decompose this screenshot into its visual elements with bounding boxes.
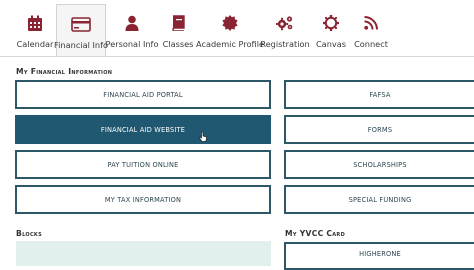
tab-label: Canvas: [315, 39, 347, 49]
nav-divider: [0, 56, 474, 57]
tab-label: Academic Profile: [195, 39, 265, 49]
tab-label: Personal Info: [105, 39, 159, 49]
tab-classes[interactable]: Classes: [160, 0, 196, 56]
scholarships-button[interactable]: SCHOLARSHIPS: [284, 150, 474, 179]
button-label: FINANCIAL AID WEBSITE: [100, 125, 186, 134]
calendar-icon: [24, 14, 46, 32]
tab-academic-profile[interactable]: Academic Profile: [196, 0, 264, 56]
tab-registration[interactable]: Registration: [260, 0, 310, 56]
tab-label: Classes: [162, 39, 194, 49]
financial-aid-website-button[interactable]: FINANCIAL AID WEBSITE: [15, 115, 271, 144]
button-label: HIGHERONE: [359, 250, 401, 258]
tab-label: Registration: [260, 39, 310, 49]
seal-icon: [219, 14, 241, 32]
fafsa-button[interactable]: FAFSA: [284, 80, 474, 109]
button-label: FAFSA: [369, 90, 391, 99]
special-funding-button[interactable]: SPECIAL FUNDING: [284, 185, 474, 214]
compass-icon: [320, 14, 342, 32]
gears-icon: [274, 14, 296, 32]
my-tax-information-button[interactable]: MY TAX INFORMATION: [15, 185, 271, 214]
blocks-panel: [16, 241, 271, 266]
yvcc-card-section-title: My YVCC Card: [285, 229, 346, 238]
tab-label: Connect: [354, 39, 388, 49]
tab-label: Financial Info: [54, 40, 108, 50]
person-icon: [121, 14, 143, 32]
tab-label: Calendar: [16, 39, 54, 49]
book-icon: [167, 14, 189, 32]
button-label: FINANCIAL AID PORTAL: [103, 90, 183, 99]
financial-section-title: My Financial Information: [16, 67, 113, 76]
financial-aid-portal-button[interactable]: FINANCIAL AID PORTAL: [15, 80, 271, 109]
tab-connect[interactable]: Connect: [354, 0, 388, 56]
tab-financial-info[interactable]: Financial Info: [54, 4, 108, 57]
top-navigation: Calendar Financial Info Personal Info Cl…: [0, 0, 474, 57]
button-label: SPECIAL FUNDING: [348, 195, 412, 204]
button-label: MY TAX INFORMATION: [104, 195, 182, 204]
forms-button[interactable]: FORMS: [284, 115, 474, 144]
credit-card-icon: [70, 15, 92, 33]
tab-calendar[interactable]: Calendar: [14, 0, 56, 56]
pay-tuition-online-button[interactable]: PAY TUITION ONLINE: [15, 150, 271, 179]
blocks-section-title: Blocks: [16, 229, 42, 238]
button-label: FORMS: [367, 125, 393, 134]
mouse-cursor-icon: [198, 128, 208, 142]
button-label: SCHOLARSHIPS: [353, 160, 407, 169]
tab-personal-info[interactable]: Personal Info: [105, 0, 159, 56]
tab-canvas[interactable]: Canvas: [314, 0, 348, 56]
rss-icon: [360, 14, 382, 32]
button-label: PAY TUITION ONLINE: [107, 160, 179, 169]
